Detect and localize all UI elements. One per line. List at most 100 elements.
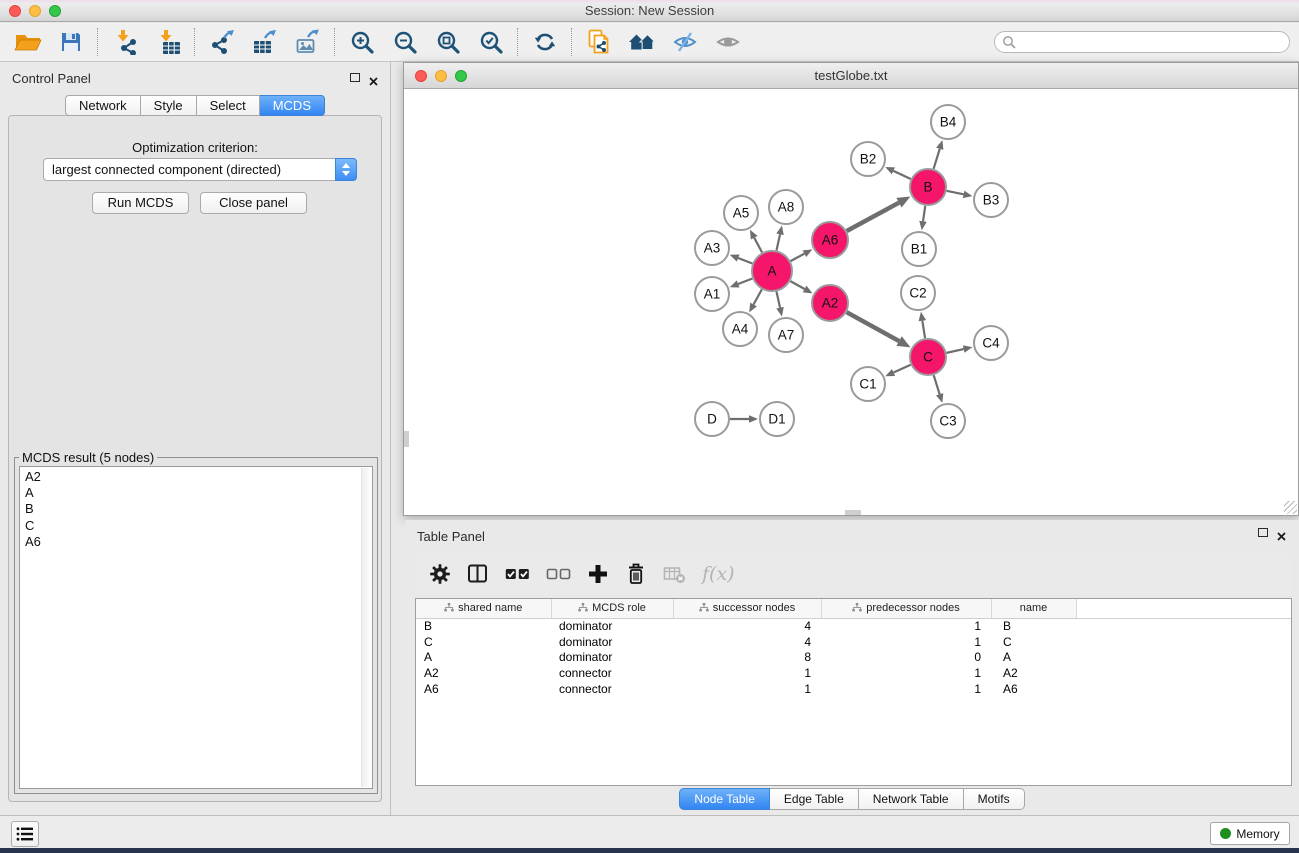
tab-style[interactable]: Style	[141, 95, 197, 116]
open-session-button[interactable]	[6, 25, 49, 59]
optimization-criterion-select[interactable]: largest connected component (directed)	[43, 158, 357, 181]
search-box	[994, 31, 1290, 53]
column-header-predecessor-nodes[interactable]: predecessor nodes	[821, 599, 991, 618]
table-row[interactable]: Adominator 80 A	[416, 650, 1291, 666]
list-item[interactable]: C	[25, 518, 360, 534]
float-panel-icon[interactable]	[350, 73, 360, 82]
resize-grip-icon[interactable]	[1284, 501, 1297, 514]
refresh-button[interactable]	[523, 25, 566, 59]
graph-edge-A-A5[interactable]	[754, 238, 762, 253]
add-button[interactable]	[587, 563, 609, 585]
export-image-button[interactable]	[286, 25, 329, 59]
close-network-window-button[interactable]	[415, 70, 427, 82]
toolbar-separator	[571, 28, 572, 56]
tab-select[interactable]: Select	[197, 95, 260, 116]
graph-edge-B-B4[interactable]	[934, 149, 940, 169]
toolbar-separator	[517, 28, 518, 56]
task-history-button[interactable]	[11, 821, 39, 847]
float-panel-icon[interactable]	[1258, 528, 1268, 537]
graph-edge-A-A2[interactable]	[790, 281, 804, 289]
zoom-in-icon	[350, 30, 374, 54]
list-scrollbar[interactable]	[361, 468, 371, 787]
close-panel-button[interactable]: Close panel	[200, 192, 307, 214]
clear-table-button[interactable]	[663, 564, 686, 584]
network-canvas[interactable]: AA1A2A3A4A5A6A7A8BB1B2B3B4CC1C2C3C4DD1	[404, 90, 1298, 515]
gear-button[interactable]	[429, 563, 451, 585]
column-header-successor-nodes[interactable]: successor nodes	[673, 599, 821, 618]
graph-edge-A-A6[interactable]	[791, 254, 805, 261]
table-row[interactable]: A2connector 11 A2	[416, 665, 1291, 681]
search-icon	[1002, 35, 1016, 54]
tab-node-table[interactable]: Node Table	[679, 788, 770, 810]
export-network-button[interactable]	[200, 25, 243, 59]
zoom-fit-button[interactable]	[426, 25, 469, 59]
toolbar-separator	[194, 28, 195, 56]
import-network-icon	[112, 29, 138, 55]
zoom-out-icon	[393, 30, 417, 54]
graph-edge-B-B1[interactable]	[923, 206, 925, 221]
graph-edge-B-B3[interactable]	[947, 191, 964, 195]
graph-edge-A-A3[interactable]	[738, 258, 752, 263]
graph-edge-A-A8[interactable]	[776, 234, 780, 250]
zoom-selected-button[interactable]	[469, 25, 512, 59]
table-row[interactable]: Bdominator 41 B	[416, 618, 1291, 634]
run-mcds-button[interactable]: Run MCDS	[92, 192, 189, 214]
minimize-network-window-button[interactable]	[435, 70, 447, 82]
home-button[interactable]	[620, 25, 663, 59]
show-hidden-button[interactable]	[706, 25, 749, 59]
edge-arrowhead-icon	[936, 140, 943, 150]
import-network-button[interactable]	[103, 25, 146, 59]
function-button[interactable]: f(x)	[702, 563, 735, 585]
export-image-icon	[295, 29, 321, 55]
search-input[interactable]	[994, 31, 1290, 53]
graph-node-label: B	[923, 180, 932, 195]
horizontal-scroll-thumb[interactable]	[845, 510, 861, 515]
close-panel-icon[interactable]	[1277, 528, 1286, 537]
list-item[interactable]: A6	[25, 534, 360, 550]
graph-edge-A6-B[interactable]	[847, 203, 899, 231]
vertical-scroll-thumb[interactable]	[404, 431, 409, 447]
graph-edge-A-A1[interactable]	[738, 279, 752, 284]
column-header-mcds-role[interactable]: MCDS role	[551, 599, 673, 618]
zoom-out-button[interactable]	[383, 25, 426, 59]
graph-edge-B-B2[interactable]	[893, 171, 910, 179]
tab-motifs[interactable]: Motifs	[964, 788, 1025, 810]
deselect-all-button[interactable]	[546, 564, 571, 584]
list-item[interactable]: A	[25, 485, 360, 501]
graph-edge-A-A4[interactable]	[754, 289, 762, 304]
graph-edge-C-C1[interactable]	[894, 365, 911, 373]
clone-network-button[interactable]	[577, 25, 620, 59]
export-table-button[interactable]	[243, 25, 286, 59]
close-panel-icon[interactable]	[369, 73, 378, 82]
column-header-name[interactable]: name	[991, 599, 1076, 618]
list-item[interactable]: A2	[25, 469, 360, 485]
zoom-network-window-button[interactable]	[455, 70, 467, 82]
zoom-in-button[interactable]	[340, 25, 383, 59]
columns-button[interactable]	[467, 563, 489, 585]
zoom-window-button[interactable]	[49, 5, 61, 17]
tab-network-table[interactable]: Network Table	[859, 788, 964, 810]
table-panel-tabs: Node Table Edge Table Network Table Moti…	[405, 788, 1299, 810]
tab-mcds[interactable]: MCDS	[260, 95, 325, 116]
hide-selected-button[interactable]	[663, 25, 706, 59]
graph-edge-C-C4[interactable]	[947, 349, 964, 353]
edge-arrowhead-icon	[776, 226, 783, 236]
import-table-button[interactable]	[146, 25, 189, 59]
column-header-shared-name[interactable]: shared name	[416, 599, 551, 618]
tab-edge-table[interactable]: Edge Table	[770, 788, 859, 810]
graph-edge-A-A7[interactable]	[776, 292, 780, 308]
table-row[interactable]: A6connector 11 A6	[416, 681, 1291, 697]
tab-network[interactable]: Network	[65, 95, 141, 116]
minimize-window-button[interactable]	[29, 5, 41, 17]
save-session-button[interactable]	[49, 25, 92, 59]
select-stepper	[335, 158, 357, 181]
memory-button[interactable]: Memory	[1210, 822, 1290, 845]
list-item[interactable]: B	[25, 501, 360, 517]
delete-button[interactable]	[625, 562, 647, 586]
select-all-button[interactable]	[505, 564, 530, 584]
table-row[interactable]: Cdominator 41 C	[416, 634, 1291, 650]
graph-edge-C-C2[interactable]	[922, 321, 925, 339]
graph-edge-A2-C[interactable]	[847, 312, 899, 341]
graph-edge-C-C3[interactable]	[934, 375, 940, 394]
close-window-button[interactable]	[9, 5, 21, 17]
